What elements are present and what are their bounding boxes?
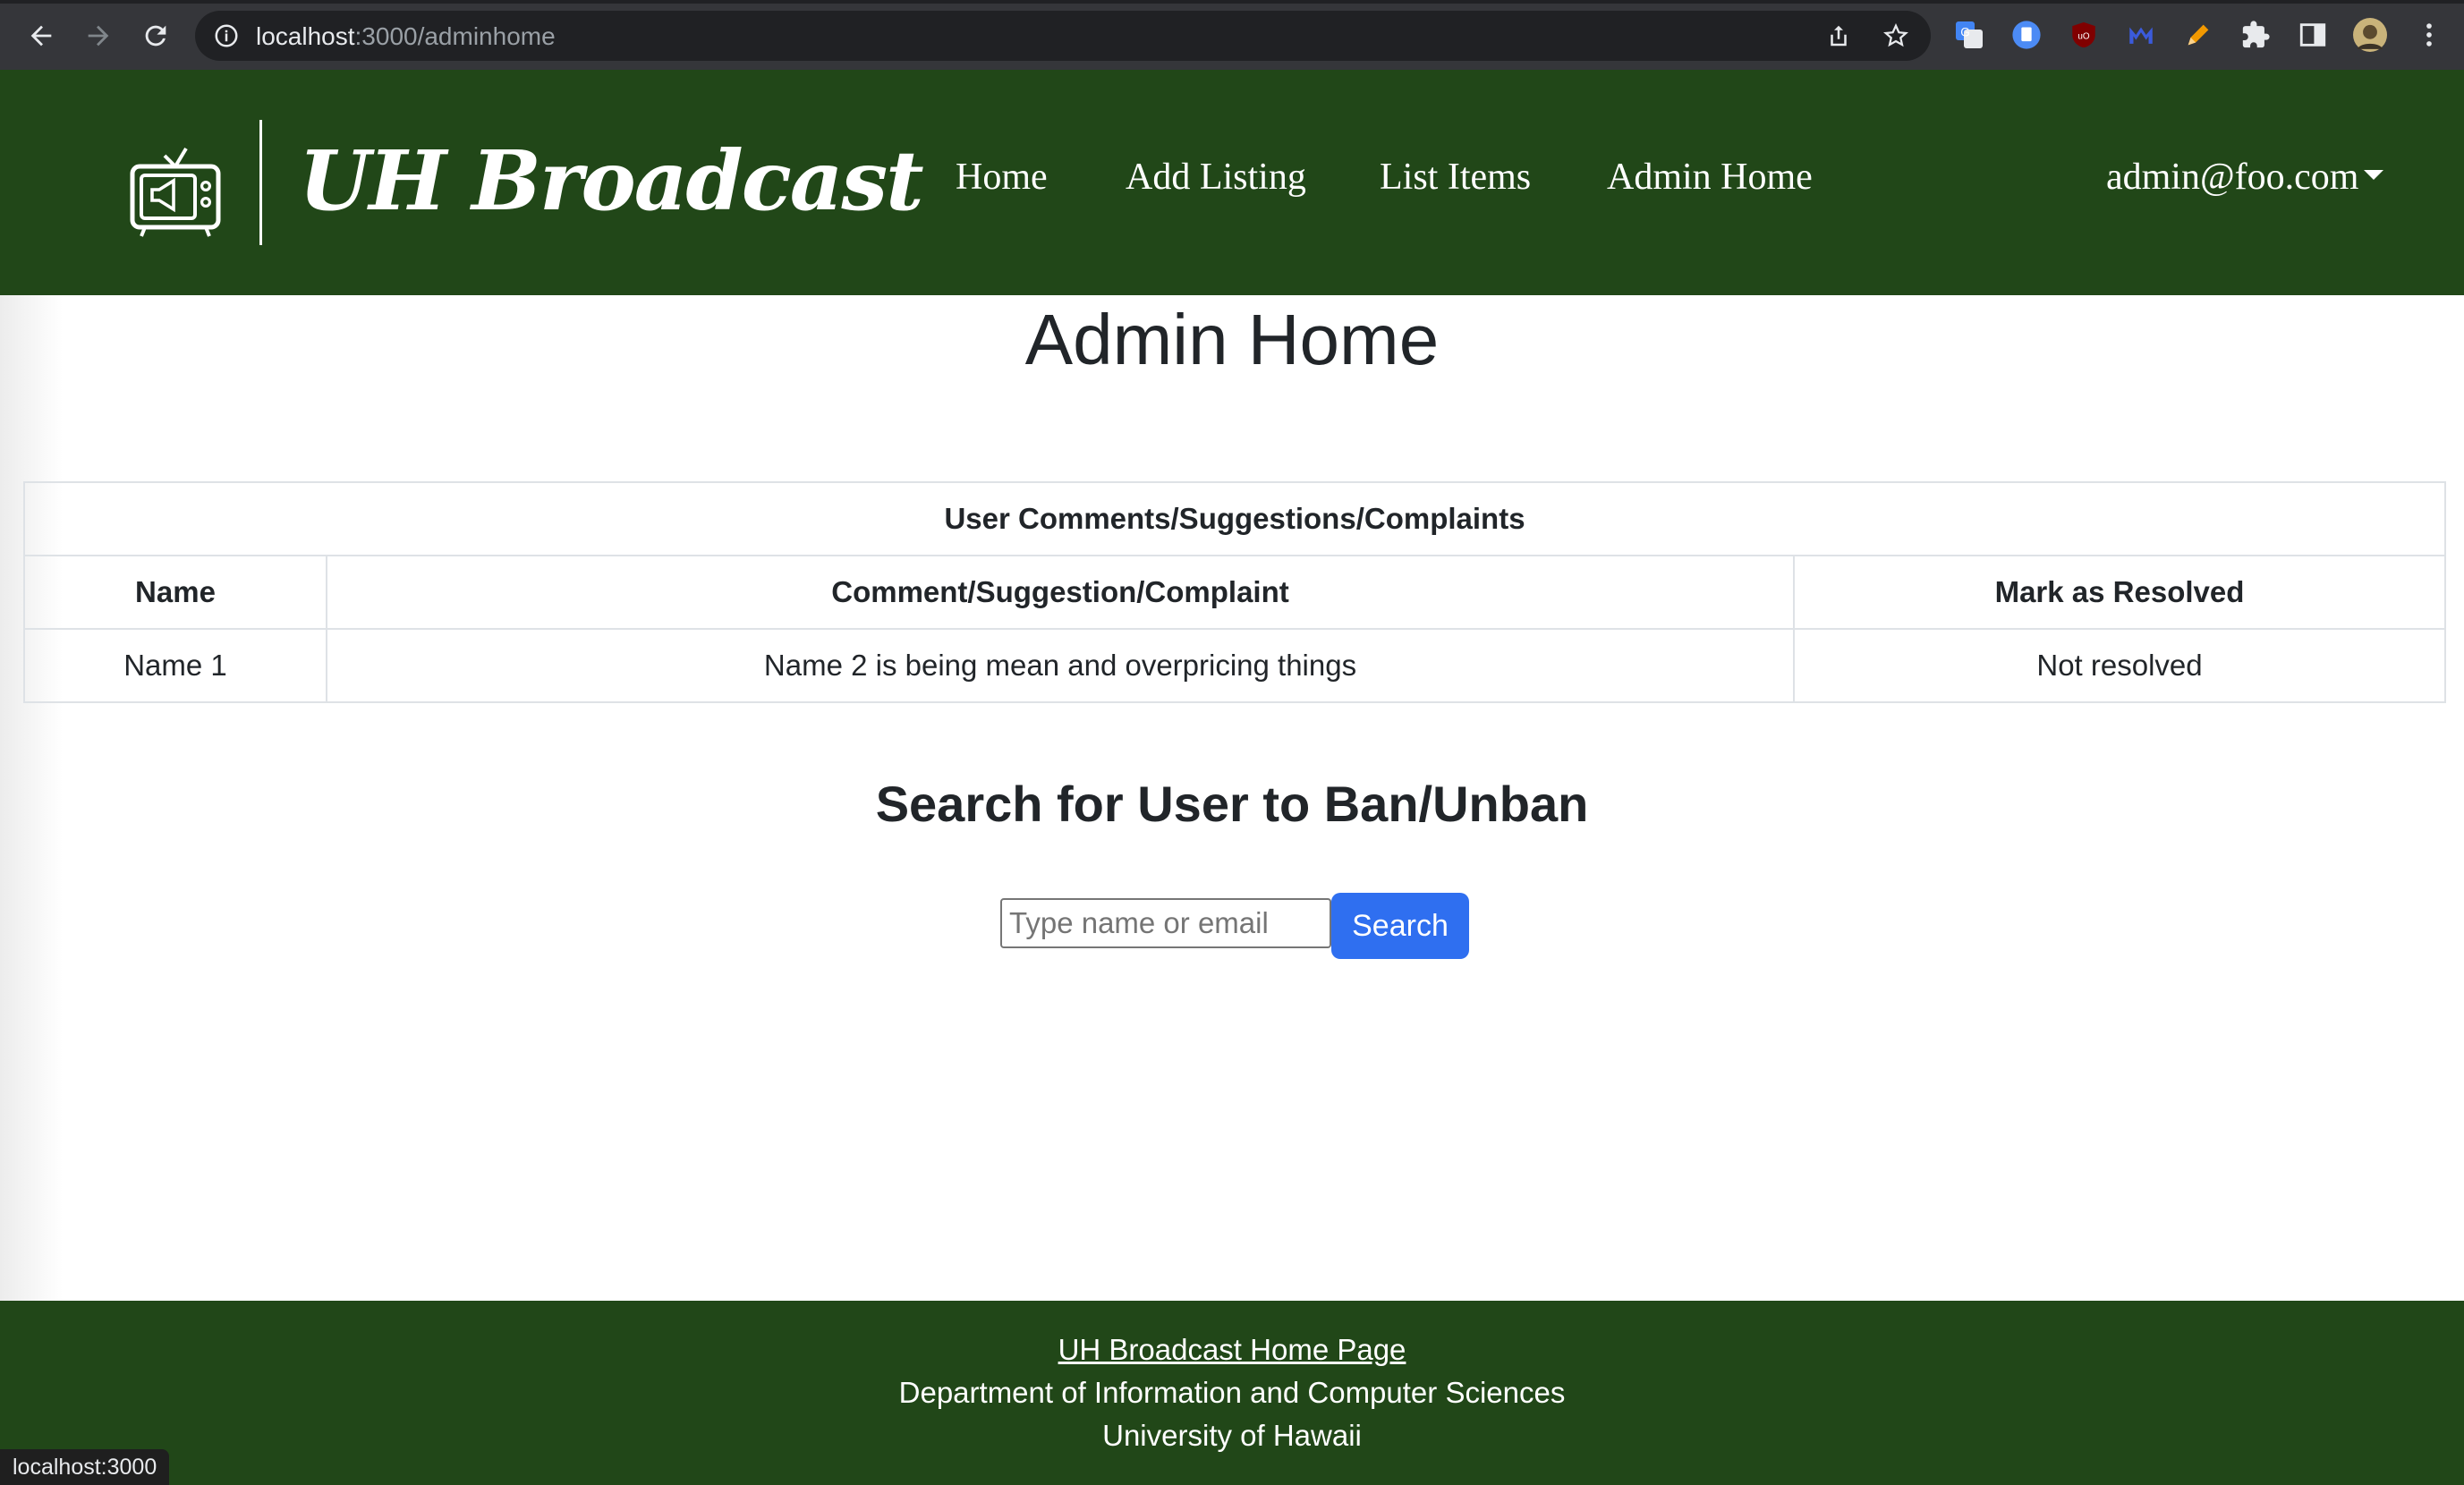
- side-panel-button[interactable]: [2296, 18, 2330, 52]
- footer-department: Department of Information and Computer S…: [898, 1376, 1566, 1409]
- translate-icon: G: [1956, 21, 1983, 48]
- header-resolved: Mark as Resolved: [1793, 555, 2446, 630]
- svg-text:uO: uO: [2077, 31, 2090, 41]
- user-email: admin@foo.com: [2106, 157, 2359, 198]
- malwarebytes-extension[interactable]: [2124, 18, 2158, 52]
- footer-university: University of Hawaii: [1102, 1419, 1362, 1452]
- status-url-tooltip: localhost:3000: [0, 1449, 170, 1485]
- side-panel-icon: [2299, 23, 2326, 47]
- document-icon: [2012, 21, 2041, 49]
- url-host: localhost: [256, 22, 355, 50]
- avatar-icon: [2353, 18, 2387, 52]
- browser-menu-button[interactable]: [2412, 18, 2446, 52]
- m-logo-icon: [2129, 27, 2153, 44]
- cell-resolved-status[interactable]: Not resolved: [1793, 628, 2446, 703]
- cell-name: Name 1: [23, 628, 327, 703]
- ublock-extension[interactable]: uO: [2067, 18, 2101, 52]
- docs-extension[interactable]: [2009, 18, 2043, 52]
- table-caption: User Comments/Suggestions/Complaints: [23, 481, 2446, 556]
- address-bar[interactable]: localhost:3000/adminhome: [195, 11, 1931, 61]
- header-comment: Comment/Suggestion/Complaint: [326, 555, 1795, 630]
- user-search-input[interactable]: [1000, 898, 1331, 948]
- shield-icon: uO: [2072, 21, 2095, 48]
- url-path: :3000/adminhome: [354, 22, 556, 50]
- reload-icon: [145, 25, 166, 47]
- comments-table-container: User Comments/Suggestions/Complaints Nam…: [23, 481, 2446, 703]
- brand-title[interactable]: UH Broadcast: [299, 132, 924, 229]
- tv-logo-icon[interactable]: [129, 138, 222, 238]
- forward-arrow-icon: [88, 25, 109, 47]
- table-row: Name 1 Name 2 is being mean and overpric…: [23, 628, 2446, 703]
- nav-link-admin-home[interactable]: Admin Home: [1607, 156, 1813, 199]
- bookmark-star-icon[interactable]: [1882, 22, 1909, 49]
- cell-comment: Name 2 is being mean and overpricing thi…: [326, 628, 1795, 703]
- site-info-icon[interactable]: [213, 22, 240, 49]
- site-footer: UH Broadcast Home Page Department of Inf…: [0, 1301, 2464, 1485]
- user-dropdown[interactable]: admin@foo.com: [2106, 156, 2384, 199]
- site-navbar: UH Broadcast Home Add Listing List Items…: [0, 70, 2464, 295]
- table-caption-row: User Comments/Suggestions/Complaints: [23, 481, 2446, 556]
- share-icon[interactable]: [1825, 22, 1852, 49]
- url-text: localhost:3000/adminhome: [256, 22, 556, 51]
- tab-strip-edge: [0, 0, 2464, 4]
- nav-link-add-listing[interactable]: Add Listing: [1126, 156, 1306, 199]
- pencil-extension[interactable]: [2181, 18, 2215, 52]
- caret-down-icon: [2364, 169, 2384, 180]
- pencil-icon: [2188, 24, 2209, 46]
- browser-toolbar: localhost:3000/adminhome G uO: [0, 0, 2464, 70]
- nav-link-list-items[interactable]: List Items: [1380, 156, 1531, 199]
- table-header-row: Name Comment/Suggestion/Complaint Mark a…: [23, 555, 2446, 630]
- svg-text:G: G: [1960, 26, 1970, 39]
- search-section-title: Search for User to Ban/Unban: [875, 776, 1589, 832]
- puzzle-icon: [2242, 21, 2270, 48]
- kebab-menu-icon: [2426, 23, 2432, 47]
- forward-button[interactable]: [79, 16, 118, 55]
- nav-link-home[interactable]: Home: [956, 156, 1048, 199]
- google-translate-extension[interactable]: G: [1952, 18, 1986, 52]
- footer-link-line: UH Broadcast Home Page: [0, 1333, 2464, 1367]
- comments-table: User Comments/Suggestions/Complaints Nam…: [23, 481, 2446, 703]
- profile-avatar[interactable]: [2353, 18, 2387, 52]
- header-name: Name: [23, 555, 327, 630]
- logo-divider: [259, 120, 262, 245]
- back-button[interactable]: [21, 16, 61, 55]
- footer-home-link[interactable]: UH Broadcast Home Page: [1058, 1333, 1406, 1366]
- search-button[interactable]: Search: [1331, 893, 1469, 959]
- extensions-button[interactable]: [2239, 18, 2273, 52]
- back-arrow-icon: [30, 25, 52, 47]
- page-title: Admin Home: [1024, 300, 1440, 379]
- reload-button[interactable]: [136, 16, 175, 55]
